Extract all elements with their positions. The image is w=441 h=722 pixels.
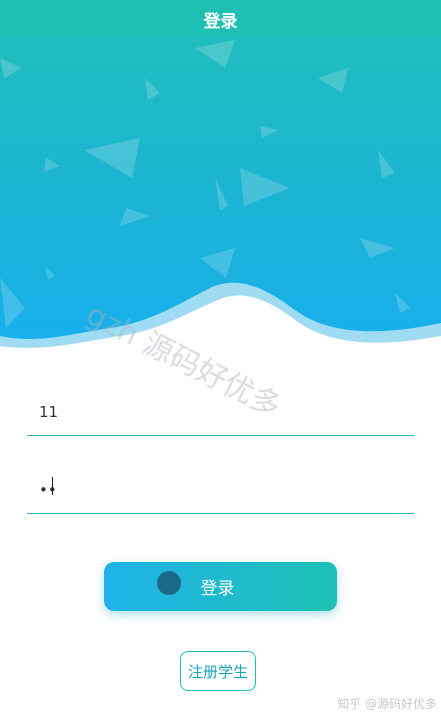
footer-credit: 知乎 @源码好优多 [337, 697, 437, 711]
password-field[interactable] [27, 457, 414, 514]
hero-banner [0, 38, 441, 368]
password-input[interactable] [39, 481, 399, 499]
username-input[interactable] [39, 403, 399, 421]
page-title: 登录 [203, 11, 238, 32]
hero-decoration [0, 40, 441, 368]
username-field[interactable] [27, 379, 414, 436]
page-header: 登录 [0, 0, 441, 38]
register-student-button[interactable]: 注册学生 [180, 651, 256, 691]
login-button-label: 登录 [200, 579, 235, 598]
text-caret [52, 477, 53, 495]
login-button[interactable]: 登录 [104, 562, 337, 611]
ripple-dot [157, 571, 181, 595]
